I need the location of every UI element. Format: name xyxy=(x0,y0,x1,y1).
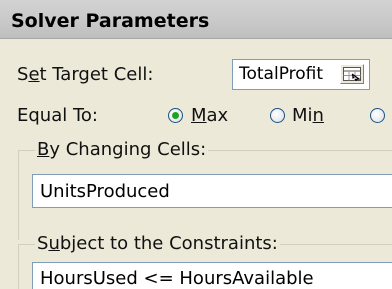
constraint-item[interactable]: HoursUsed <= HoursAvailable xyxy=(40,268,314,289)
max-radio-label-post: ax xyxy=(206,105,229,126)
window-title: Solver Parameters xyxy=(11,10,210,32)
min-radio[interactable] xyxy=(270,108,285,123)
radio-selected-dot xyxy=(172,112,179,119)
set-target-cell-label-accesskey: e xyxy=(28,64,40,85)
constraints-group-border-left xyxy=(18,244,19,289)
max-radio[interactable] xyxy=(168,108,183,123)
title-bar[interactable]: Solver Parameters xyxy=(0,0,392,39)
by-changing-cells-label-post: y Changing Cells: xyxy=(49,139,207,160)
value-of-radio[interactable] xyxy=(370,108,385,123)
target-cell-value: TotalProfit xyxy=(239,64,324,84)
max-radio-label-accesskey: M xyxy=(191,105,207,126)
subject-to-constraints-label: Subject to the Constraints: xyxy=(35,233,280,254)
max-radio-label[interactable]: Max xyxy=(191,105,228,126)
by-changing-cells-label-accesskey: B xyxy=(37,139,50,160)
set-target-cell-label-post: t Target Cell: xyxy=(39,64,154,85)
set-target-cell-label: Set Target Cell: xyxy=(17,64,153,85)
subject-to-constraints-label-pre: S xyxy=(37,233,49,254)
collapse-dialog-button[interactable] xyxy=(340,64,364,84)
min-radio-label-pre: Mi xyxy=(292,105,313,126)
subject-to-constraints-label-accesskey: u xyxy=(48,233,60,254)
constraints-list[interactable]: HoursUsed <= HoursAvailable xyxy=(32,262,392,289)
min-radio-label[interactable]: Min xyxy=(292,105,324,126)
target-cell-input[interactable]: TotalProfit xyxy=(232,59,370,90)
set-target-cell-label-pre: S xyxy=(17,64,29,85)
by-changing-cells-label: By Changing Cells: xyxy=(35,139,209,160)
collapse-dialog-icon xyxy=(343,67,361,81)
changing-cells-value: UnitsProduced xyxy=(40,181,170,202)
equal-to-label: Equal To: xyxy=(17,105,98,126)
solver-parameters-dialog: Solver Parameters Set Target Cell: Total… xyxy=(0,0,392,289)
changing-cells-input[interactable]: UnitsProduced xyxy=(32,174,392,208)
changing-cells-group-border-left xyxy=(18,150,19,240)
subject-to-constraints-label-post: bject to the Constraints: xyxy=(59,233,278,254)
min-radio-label-accesskey: n xyxy=(312,105,324,126)
